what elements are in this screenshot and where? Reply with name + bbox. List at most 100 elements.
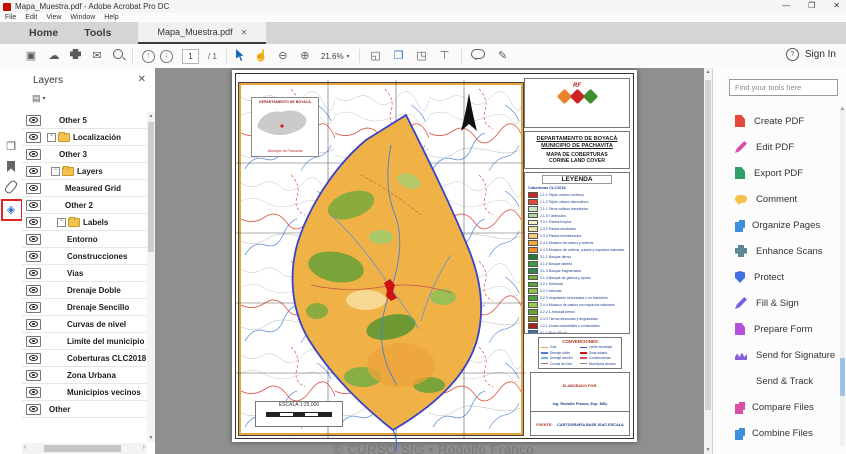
scrollbar-thumb[interactable]: [44, 445, 121, 452]
toolbar-icon[interactable]: [113, 49, 123, 59]
layer-row[interactable]: Coberturas CLC2018: [22, 350, 147, 367]
layer-row[interactable]: Vias: [22, 265, 147, 282]
restore-button[interactable]: ❐: [808, 1, 815, 10]
scrollbar-thumb[interactable]: [148, 122, 154, 252]
layer-row[interactable]: − Layers: [22, 163, 147, 180]
toolbar-icon[interactable]: [70, 49, 81, 59]
view-tool-icon[interactable]: ⊖: [276, 49, 290, 63]
layer-row[interactable]: Measured Grid: [22, 180, 147, 197]
zoom-level-dropdown[interactable]: 21.6% ▾: [321, 52, 350, 61]
view-tool-icon[interactable]: [236, 49, 246, 61]
tool-item[interactable]: Prepare Form: [735, 316, 837, 342]
layer-row[interactable]: Entorno: [22, 231, 147, 248]
expand-collapse-icon[interactable]: −: [51, 167, 60, 176]
layer-visibility-eye-icon[interactable]: [26, 217, 41, 228]
layer-visibility-eye-icon[interactable]: [26, 319, 41, 330]
menu-item[interactable]: Help: [104, 14, 118, 21]
layer-row[interactable]: Construcciones: [22, 248, 147, 265]
layer-visibility-eye-icon[interactable]: [26, 183, 41, 194]
fit-view-icon[interactable]: ◱: [369, 49, 383, 63]
layer-row[interactable]: Drenaje Sencillo: [22, 299, 147, 316]
scrollbar-thumb[interactable]: [840, 358, 845, 396]
expand-collapse-icon[interactable]: −: [47, 133, 56, 142]
tool-item[interactable]: Organize Pages: [735, 212, 837, 238]
toolbar-icon[interactable]: ☁: [47, 49, 61, 63]
layer-visibility-eye-icon[interactable]: [26, 149, 41, 160]
layers-vertical-scrollbar[interactable]: ▲ ▼: [147, 112, 155, 442]
layer-visibility-eye-icon[interactable]: [26, 336, 41, 347]
sign-in-button[interactable]: Sign In: [805, 49, 836, 60]
tab-tools[interactable]: Tools: [71, 22, 124, 44]
menu-item[interactable]: File: [5, 14, 16, 21]
document-tab-close-icon[interactable]: ✕: [241, 28, 248, 37]
tool-item[interactable]: Create PDF: [735, 108, 837, 134]
tab-home[interactable]: Home: [16, 22, 71, 44]
layers-options-button[interactable]: ▤ ▾: [32, 93, 46, 104]
layer-row[interactable]: Other 5: [22, 112, 147, 129]
tab-document[interactable]: Mapa_Muestra.pdf ✕: [138, 22, 266, 44]
layer-row[interactable]: − Labels: [22, 214, 147, 231]
fit-view-icon[interactable]: ❐: [392, 49, 406, 63]
layer-visibility-eye-icon[interactable]: [26, 200, 41, 211]
fit-view-icon[interactable]: ⊤: [438, 49, 452, 63]
tool-item[interactable]: Comment: [735, 186, 837, 212]
layer-row[interactable]: Other 2: [22, 197, 147, 214]
layer-visibility-eye-icon[interactable]: [26, 115, 41, 126]
toolbar-icon[interactable]: ✉: [90, 49, 104, 63]
menu-item[interactable]: View: [46, 14, 61, 21]
menu-item[interactable]: Edit: [25, 14, 37, 21]
page-nav-icon[interactable]: ↑: [142, 50, 155, 63]
tool-item[interactable]: Edit PDF: [735, 134, 837, 160]
expand-collapse-icon[interactable]: −: [57, 218, 66, 227]
layer-visibility-eye-icon[interactable]: [26, 268, 41, 279]
layer-visibility-eye-icon[interactable]: [26, 404, 41, 415]
bookmarks-icon[interactable]: [0, 161, 22, 175]
tool-item[interactable]: Send for Signature: [735, 342, 837, 368]
scrollbar-thumb[interactable]: [705, 80, 711, 410]
close-button[interactable]: ✕: [833, 1, 840, 10]
layer-visibility-eye-icon[interactable]: [26, 251, 41, 262]
layer-visibility-eye-icon[interactable]: [26, 370, 41, 381]
annotate-icon[interactable]: [471, 49, 485, 59]
menu-item[interactable]: Window: [70, 14, 95, 21]
layer-visibility-eye-icon[interactable]: [26, 166, 41, 177]
layer-row[interactable]: Curvas de nivel: [22, 316, 147, 333]
tool-item[interactable]: Enhance Scans: [735, 238, 837, 264]
tools-scrollbar[interactable]: ▲: [840, 106, 845, 446]
toolbar-icon[interactable]: ▣: [24, 49, 38, 63]
layer-row[interactable]: Other 3: [22, 146, 147, 163]
layer-row[interactable]: Zona Urbana: [22, 367, 147, 384]
layers-panel-close-icon[interactable]: ✕: [138, 74, 146, 85]
pdf-page[interactable]: DEPARTAMENTO DE BOYACÁ Municipio de Pach…: [232, 70, 637, 442]
layer-visibility-eye-icon[interactable]: [26, 387, 41, 398]
attachments-icon[interactable]: [0, 180, 22, 197]
view-tool-icon[interactable]: ☝: [254, 49, 268, 63]
tools-search-input[interactable]: Find your tools here: [729, 79, 838, 96]
page-thumbnails-icon[interactable]: ❐: [0, 140, 22, 153]
layer-visibility-eye-icon[interactable]: [26, 285, 41, 296]
tool-item[interactable]: Combine Files: [735, 420, 837, 446]
layer-row[interactable]: Drenaje Doble: [22, 282, 147, 299]
layer-visibility-eye-icon[interactable]: [26, 234, 41, 245]
layer-visibility-eye-icon[interactable]: [26, 353, 41, 364]
page-number-input[interactable]: 1: [182, 49, 199, 64]
page-nav-icon[interactable]: ↓: [160, 50, 173, 63]
fit-view-icon[interactable]: ◳: [415, 49, 429, 63]
document-vertical-scrollbar[interactable]: ▲ ▼: [704, 68, 712, 454]
tool-item[interactable]: Fill & Sign: [735, 290, 837, 316]
annotate-icon[interactable]: ✎: [496, 49, 510, 63]
layer-row[interactable]: Limite del municipio: [22, 333, 147, 350]
layer-visibility-eye-icon[interactable]: [26, 132, 41, 143]
tool-item[interactable]: Export PDF: [735, 160, 837, 186]
help-icon[interactable]: ?: [786, 48, 799, 61]
layer-row[interactable]: Other: [22, 401, 147, 418]
tool-item[interactable]: Send & Track: [735, 368, 837, 394]
layer-visibility-eye-icon[interactable]: [26, 302, 41, 313]
tool-item[interactable]: Protect: [735, 264, 837, 290]
view-tool-icon[interactable]: ⊕: [298, 49, 312, 63]
layer-row[interactable]: − Localización: [22, 129, 147, 146]
layers-horizontal-scrollbar[interactable]: ‹ ›: [22, 443, 147, 454]
layer-row[interactable]: Municipios vecinos: [22, 384, 147, 401]
minimize-button[interactable]: —: [782, 1, 790, 10]
tool-item[interactable]: Compare Files: [735, 394, 837, 420]
